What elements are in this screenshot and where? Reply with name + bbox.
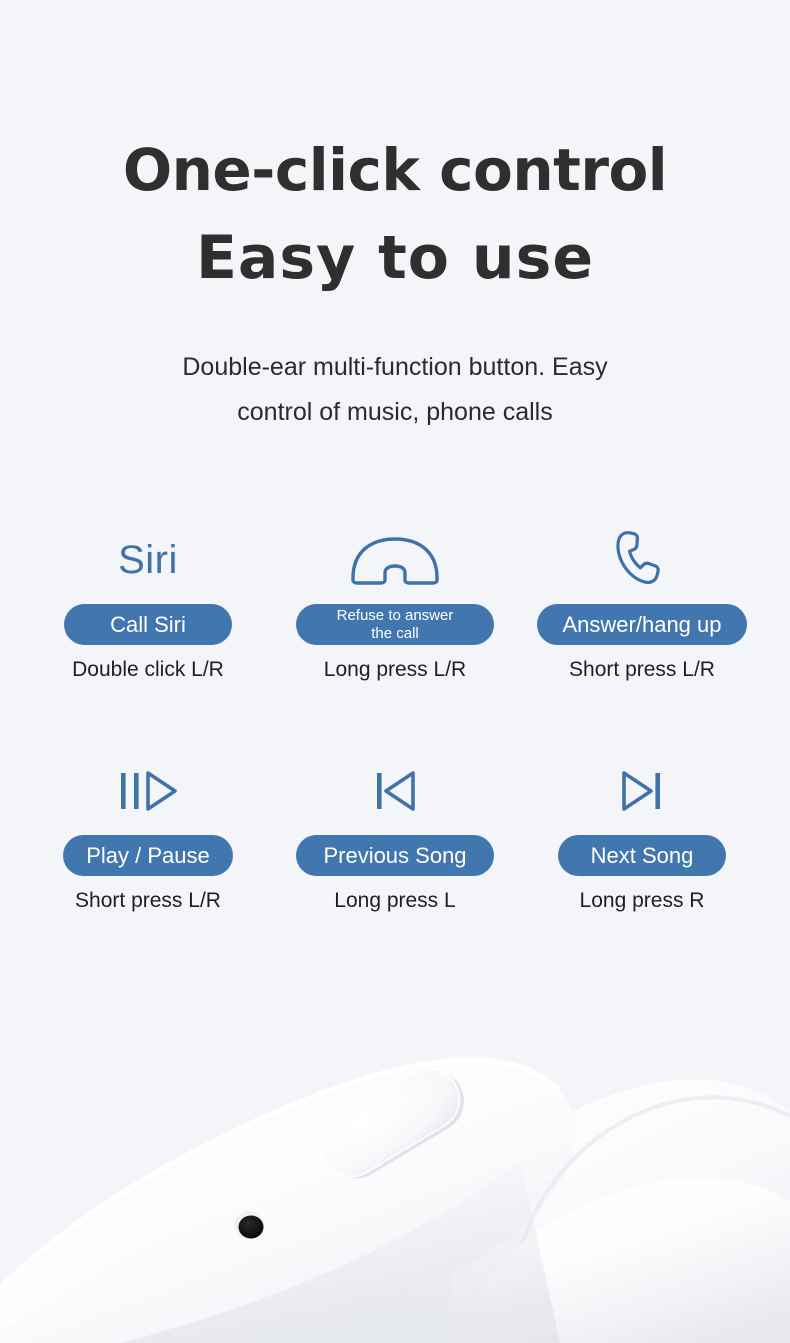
earbud-illustration [0, 940, 790, 1343]
subtitle-line-1: Double-ear multi-function button. Easy [182, 353, 608, 381]
next-track-icon [618, 755, 666, 827]
page-title: One-click control Easy to use [0, 126, 790, 302]
call-siri-caption: Double click L/R [72, 658, 224, 681]
subtitle-line-2: control of music, phone calls [237, 398, 553, 426]
next-song-button-label: Next Song [590, 842, 694, 868]
call-siri-button-label: Call Siri [110, 611, 186, 637]
headline-line-2: Easy to use [195, 223, 595, 293]
next-song-caption: Long press R [579, 889, 705, 912]
siri-text-icon: Siri [118, 524, 178, 596]
product-feature-page: One-click control Easy to use Double-ear… [0, 0, 790, 1343]
previous-track-icon [371, 755, 419, 827]
previous-song-button[interactable]: Previous Song [296, 835, 494, 876]
control-item-call-siri: Siri Call Siri Double click L/R [30, 524, 266, 683]
next-song-button[interactable]: Next Song [558, 835, 726, 876]
play-pause-button[interactable]: Play / Pause [63, 835, 233, 876]
control-item-next-song: Next Song Long press R [524, 755, 760, 914]
play-pause-icon [117, 755, 179, 827]
phone-handset-icon [605, 524, 679, 596]
refuse-call-caption: Long press L/R [323, 658, 467, 681]
control-item-refuse-call: Refuse to answer the call Long press L/R [277, 524, 513, 683]
page-subtitle: Double-ear multi-function button. Easy c… [95, 345, 695, 435]
control-item-previous-song: Previous Song Long press L [277, 755, 513, 914]
previous-song-button-label: Previous Song [323, 842, 467, 868]
play-pause-caption: Short press L/R [75, 889, 221, 912]
headline-line-1: One-click control [122, 136, 668, 204]
refuse-call-button[interactable]: Refuse to answer the call [296, 604, 494, 645]
siri-icon-label: Siri [118, 538, 178, 582]
control-row-2: Play / Pause Short press L/R Previous So… [30, 755, 760, 914]
control-item-answer-hangup: Answer/hang up Short press L/R [524, 524, 760, 683]
call-siri-button[interactable]: Call Siri [64, 604, 232, 645]
microphone-hole [234, 1211, 264, 1239]
product-photo [0, 940, 790, 1343]
control-grid: Siri Call Siri Double click L/R Refuse t… [30, 524, 760, 914]
refuse-call-button-label-2: the call [371, 624, 419, 642]
hangup-handset-icon [347, 524, 443, 596]
control-item-play-pause: Play / Pause Short press L/R [30, 755, 266, 914]
answer-hangup-caption: Short press L/R [569, 658, 715, 681]
control-row-1: Siri Call Siri Double click L/R Refuse t… [30, 524, 760, 683]
play-pause-button-label: Play / Pause [86, 842, 210, 868]
previous-song-caption: Long press L [334, 889, 456, 912]
refuse-call-button-label: Refuse to answer [336, 606, 454, 624]
answer-hangup-button[interactable]: Answer/hang up [537, 604, 747, 645]
answer-hangup-button-label: Answer/hang up [562, 611, 722, 637]
